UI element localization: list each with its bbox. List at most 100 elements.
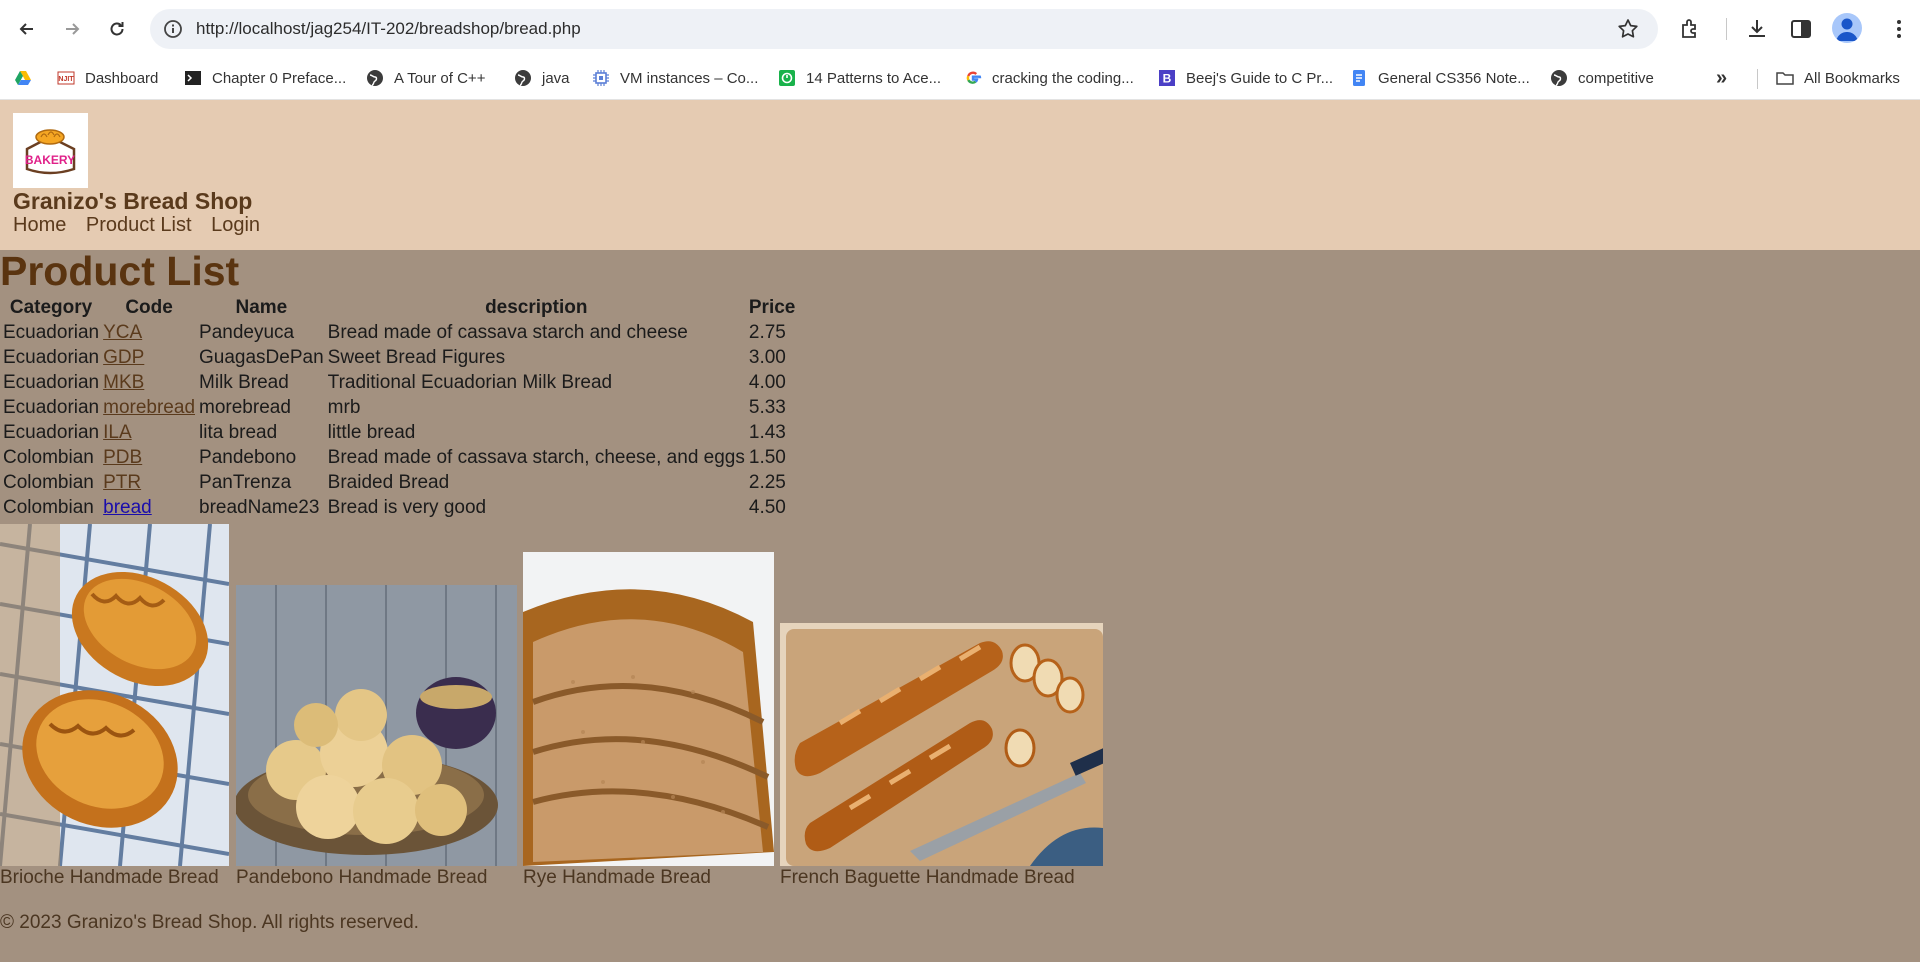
cell-code: GDP — [102, 346, 196, 369]
cell-price: 1.43 — [748, 421, 786, 443]
cell-name: PanTrenza — [199, 471, 292, 493]
side-panel-icon[interactable] — [1788, 16, 1814, 42]
product-code-link[interactable]: ILA — [103, 422, 132, 443]
bookmark-chapter-0[interactable]: Chapter 0 Preface... — [184, 66, 346, 90]
cell-code: ILA — [102, 421, 196, 444]
bookmark-competitive[interactable]: competitive — [1550, 66, 1654, 90]
bookmarks-bar: NJIT Dashboard Chapter 0 Preface... A To… — [0, 57, 1920, 100]
cell-price: 4.50 — [748, 496, 786, 518]
bookmark-cracking-coding[interactable]: cracking the coding... — [964, 66, 1134, 90]
reload-icon — [110, 22, 124, 36]
product-code-link[interactable]: YCA — [103, 322, 142, 343]
product-code-link[interactable]: GDP — [103, 347, 144, 368]
cell-category: Ecuadorian — [3, 396, 100, 418]
toolbar-divider — [1726, 18, 1727, 40]
beej-icon: B — [1159, 70, 1175, 86]
cell-price: 5.33 — [748, 396, 786, 418]
table-row: Colombian bread breadName23 Bread is ver… — [2, 496, 796, 519]
more-bookmarks-chevron[interactable]: » — [1716, 67, 1727, 90]
product-code-link[interactable]: morebread — [103, 397, 195, 418]
cell-description: Braided Bread — [327, 471, 450, 493]
nav-home[interactable]: Home — [13, 214, 66, 236]
bookmark-dashboard[interactable]: NJIT Dashboard — [57, 66, 158, 90]
cell-price: 4.00 — [748, 371, 786, 393]
bookmark-label: VM instances – Co... — [620, 69, 759, 87]
address-bar[interactable]: http://localhost/jag254/IT-202/breadshop… — [150, 9, 1658, 49]
table-header-row: Category Code Name description Price — [2, 296, 796, 319]
cell-code: MKB — [102, 371, 196, 394]
cell-name: breadName23 — [199, 496, 320, 518]
bookmark-beej-guide[interactable]: B Beej's Guide to C Pr... — [1158, 66, 1333, 90]
product-code-link[interactable]: bread — [103, 497, 152, 518]
profile-avatar[interactable] — [1832, 13, 1862, 43]
bookmark-label: A Tour of C++ — [394, 69, 486, 87]
cell-price: 3.00 — [748, 346, 786, 368]
cell-name: lita bread — [199, 421, 278, 443]
cell-description: Bread made of cassava starch, cheese, an… — [327, 446, 745, 468]
downloads-icon[interactable] — [1744, 16, 1770, 42]
bookmark-vm-instances[interactable]: VM instances – Co... — [592, 66, 758, 90]
cell-category: Ecuadorian — [3, 346, 100, 368]
bookmark-label: cracking the coding... — [992, 69, 1134, 87]
bookmark-cs356-notes[interactable]: General CS356 Note... — [1350, 66, 1530, 90]
forward-button[interactable] — [57, 14, 87, 44]
bookmark-14-patterns[interactable]: 14 Patterns to Ace... — [778, 66, 941, 90]
extensions-icon[interactable] — [1678, 16, 1704, 42]
rye-image — [523, 552, 774, 866]
reload-button[interactable] — [102, 14, 132, 44]
globe-icon — [367, 70, 383, 86]
table-row: Ecuadorian ILA lita bread little bread 1… — [2, 421, 796, 444]
cloud-compute-icon — [593, 70, 609, 86]
caption-french-baguette: French Baguette Handmade Bread — [780, 867, 1075, 888]
cell-price: 1.50 — [748, 446, 786, 468]
bookmark-label: competitive — [1578, 69, 1654, 87]
brioche-image — [0, 524, 229, 866]
cell-name: morebread — [199, 396, 291, 418]
back-button[interactable] — [12, 14, 42, 44]
docs-icon — [1353, 70, 1365, 86]
cell-category: Ecuadorian — [3, 371, 100, 393]
column-header-price: Price — [748, 296, 796, 318]
nav-login[interactable]: Login — [211, 214, 260, 236]
caption-rye: Rye Handmade Bread — [523, 867, 711, 888]
svg-text:NJIT: NJIT — [58, 76, 74, 83]
bookmark-google-drive[interactable] — [14, 66, 42, 90]
table-row: Ecuadorian YCA Pandeyuca Bread made of c… — [2, 321, 796, 344]
njit-icon: NJIT — [57, 71, 75, 85]
profile-icon — [1836, 18, 1858, 41]
bakery-logo[interactable]: BAKERY — [13, 113, 88, 188]
column-header-description: description — [485, 296, 588, 318]
site-nav: Home Product List Login — [13, 214, 274, 237]
url-text[interactable]: http://localhost/jag254/IT-202/breadshop… — [196, 19, 581, 39]
cell-code: morebread — [102, 396, 196, 419]
bookmark-java[interactable]: java — [514, 66, 570, 90]
all-bookmarks-button[interactable]: All Bookmarks — [1776, 66, 1900, 90]
bookmark-star-icon[interactable] — [1616, 17, 1640, 41]
cell-price: 2.25 — [748, 471, 786, 493]
page-footer: © 2023 Granizo's Bread Shop. All rights … — [0, 912, 419, 933]
page-title: Product List — [0, 248, 240, 294]
product-code-link[interactable]: MKB — [103, 372, 144, 393]
cell-name: Pandeyuca — [199, 321, 295, 343]
cell-description: little bread — [327, 421, 416, 443]
forward-arrow-icon — [66, 23, 80, 35]
french-baguette-image — [780, 623, 1103, 866]
bookmark-tour-cpp[interactable]: A Tour of C++ — [366, 66, 485, 90]
menu-kebab-icon[interactable] — [1886, 16, 1912, 42]
bookmark-label: java — [542, 69, 570, 87]
product-code-link[interactable]: PTR — [103, 472, 141, 493]
cell-category: Colombian — [3, 496, 94, 518]
site-info-icon[interactable] — [162, 18, 184, 40]
site-title: Granizo's Bread Shop — [13, 188, 253, 214]
bakery-logo-icon: BAKERY — [25, 129, 76, 175]
column-header-code: Code — [125, 296, 173, 318]
product-code-link[interactable]: PDB — [103, 447, 142, 468]
cell-description: mrb — [327, 396, 361, 418]
bookmark-label: General CS356 Note... — [1378, 69, 1530, 87]
cell-description: Bread is very good — [327, 496, 487, 518]
cell-code: PDB — [102, 446, 196, 469]
product-table: Category Code Name description Price Ecu… — [0, 294, 798, 521]
google-drive-icon — [15, 71, 31, 85]
nav-product-list[interactable]: Product List — [86, 214, 192, 236]
column-header-name: Name — [235, 296, 288, 318]
